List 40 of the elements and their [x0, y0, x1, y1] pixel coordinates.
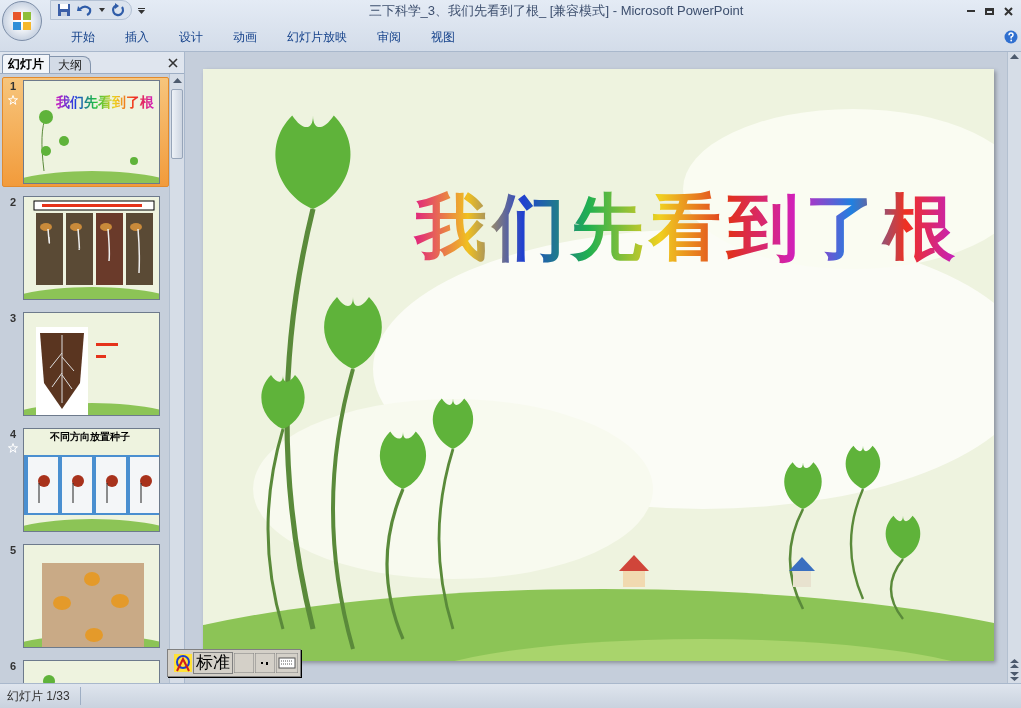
ribbon-tab[interactable]: 插入	[110, 25, 164, 49]
ribbon-tab[interactable]: 设计	[164, 25, 218, 49]
scroll-up-icon[interactable]	[1010, 54, 1019, 59]
slide-navigation-icon[interactable]	[1010, 659, 1019, 681]
punctuation-icon[interactable]	[255, 653, 275, 673]
slide-number: 2	[9, 195, 17, 210]
close-icon[interactable]	[1004, 6, 1013, 16]
scroll-thumb[interactable]	[171, 89, 183, 159]
slide-counter: 幻灯片 1/33	[7, 687, 81, 705]
scroll-up-icon[interactable]	[172, 78, 182, 83]
office-logo-icon	[12, 11, 32, 31]
slide-title[interactable]: 我们先看到了根	[415, 185, 961, 269]
scrollbar[interactable]	[169, 74, 184, 683]
scrollbar[interactable]	[1007, 52, 1021, 683]
panel-tab[interactable]: 大纲	[49, 56, 91, 73]
office-button[interactable]	[2, 1, 42, 41]
undo-icon[interactable]	[77, 3, 93, 17]
slide-number: 3	[9, 311, 17, 326]
customize-dropdown-icon[interactable]	[138, 8, 145, 14]
ribbon-tab[interactable]: 视图	[416, 25, 470, 49]
redo-icon[interactable]	[111, 3, 125, 17]
ribbon-tab[interactable]: 动画	[218, 25, 272, 49]
ribbon-tab[interactable]: 审阅	[362, 25, 416, 49]
help-icon[interactable]	[1004, 30, 1018, 44]
dropdown-icon[interactable]	[99, 8, 105, 12]
restore-icon[interactable]	[985, 7, 994, 15]
slide-thumbnail-item[interactable]: 1 我们先看到了根	[2, 77, 169, 187]
slide-number: 6	[9, 659, 17, 674]
save-icon[interactable]	[57, 3, 71, 17]
ime-toolbar[interactable]: 标准	[167, 649, 301, 677]
thumbnail-title: 不同方向放置种子	[50, 432, 130, 442]
window-title: 三下科学_3、我们先看到了根_ [兼容模式] - Microsoft PowerPoint	[368, 2, 744, 21]
close-icon[interactable]	[168, 58, 178, 68]
panel-tab[interactable]: 幻灯片	[2, 54, 50, 73]
slide-number: 1	[9, 79, 17, 94]
slide-number: 4	[9, 427, 17, 442]
ime-logo-icon[interactable]	[174, 654, 192, 672]
ribbon-tab[interactable]: 开始	[56, 25, 110, 49]
ribbon-tab[interactable]: 幻灯片放映	[272, 25, 362, 49]
slide-number: 5	[9, 543, 17, 558]
